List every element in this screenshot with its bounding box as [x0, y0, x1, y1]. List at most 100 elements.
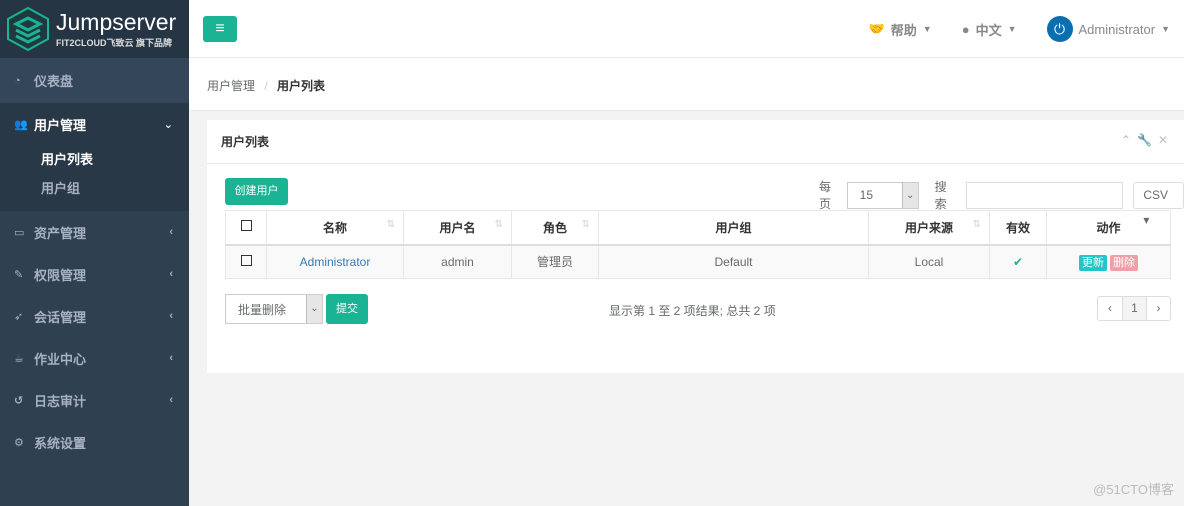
column-header-active: 有效: [989, 210, 1047, 246]
history-icon: ↺: [14, 394, 24, 407]
csv-export-button[interactable]: CSV ▾: [1133, 181, 1184, 227]
wrench-icon[interactable]: 🔧: [1137, 133, 1158, 147]
sidebar-item-user-group[interactable]: 用户组: [0, 174, 189, 203]
chevron-left-icon: ‹: [169, 268, 173, 280]
breadcrumb: 用户管理 / 用户列表: [189, 58, 1184, 111]
sidebar-item-user-list[interactable]: 用户列表: [0, 145, 189, 174]
breadcrumb-current: 用户列表: [277, 79, 326, 93]
users-icon: 👥: [14, 118, 28, 131]
user-menu[interactable]: ⏻ Administrator ▼: [1046, 16, 1170, 42]
pagination-info: 显示第 1 至 2 项结果; 总共 2 项: [609, 304, 776, 318]
chevron-left-icon: ‹: [169, 394, 173, 406]
close-icon[interactable]: ✕: [1158, 133, 1174, 147]
bulk-action-select[interactable]: 批量删除 ⌄: [225, 294, 323, 324]
column-header-name[interactable]: 名称 ⇅: [266, 210, 404, 246]
sidebar-item-dashboard[interactable]: ◔ 仪表盘: [0, 58, 189, 103]
select-all-checkbox[interactable]: [240, 220, 252, 232]
hamburger-icon: ≡: [215, 20, 225, 37]
per-page-select[interactable]: 15 ⌄: [846, 181, 919, 209]
column-header-role[interactable]: 角色 ⇅: [511, 210, 599, 246]
logo-title: Jumpserver: [56, 8, 177, 35]
sort-icon: ⇅: [494, 218, 503, 230]
sidebar-item-label: 系统设置: [34, 435, 87, 451]
check-icon: ✔: [1012, 254, 1024, 269]
handshake-icon: 🤝: [868, 21, 885, 36]
sidebar-group-users: 👥 用户管理 ⌄ 用户列表 用户组: [0, 103, 189, 211]
rocket-icon: ➶: [14, 310, 24, 323]
globe-icon: ●: [961, 21, 970, 37]
column-label: 有效: [1005, 220, 1030, 235]
column-label: 用户名: [439, 220, 476, 235]
per-page-value: 15: [859, 188, 874, 202]
language-label: 中文: [975, 22, 1002, 38]
per-page-label: 每页: [819, 180, 832, 211]
sidebar-item-jobs[interactable]: ☕ 作业中心 ‹: [0, 337, 189, 379]
language-menu[interactable]: ● 中文 ▼: [962, 20, 1017, 39]
create-user-button[interactable]: 创建用户: [225, 178, 288, 205]
user-name-link[interactable]: Administrator: [300, 255, 371, 269]
row-checkbox[interactable]: [240, 254, 252, 266]
column-label: 动作: [1096, 220, 1121, 235]
edit-icon: ✎: [14, 268, 24, 281]
submit-button[interactable]: 提交: [326, 294, 368, 324]
sidebar-item-assets[interactable]: ▭ 资产管理 ‹: [0, 211, 189, 253]
sidebar-item-settings[interactable]: ⚙ 系统设置: [0, 421, 189, 463]
topbar: ≡ 🤝 帮助 ▼ ● 中文 ▼ ⏻ Administrator ▼: [189, 0, 1184, 58]
sort-icon: ⇅: [581, 218, 590, 230]
column-header-group: 用户组: [598, 210, 869, 246]
column-label: 角色: [542, 220, 567, 235]
caret-down-icon: ▼: [1161, 24, 1170, 34]
sidebar-item-label: 用户管理: [34, 117, 87, 133]
username-cell: admin: [403, 244, 512, 279]
chevron-down-icon: ⌄: [901, 182, 918, 208]
update-button[interactable]: 更新: [1079, 254, 1107, 271]
sidebar: Jumpserver FIT2CLOUD飞致云 旗下品牌 ◔ 仪表盘 👥 用户管理 ⌄ …: [0, 0, 189, 506]
table-row: Administrator admin 管理员 Default Local ✔ …: [225, 244, 1171, 279]
search-label: 搜索: [934, 180, 947, 211]
sidebar-item-label: 作业中心: [34, 351, 87, 367]
sidebar-item-audit[interactable]: ↺ 日志审计 ‹: [0, 379, 189, 421]
collapse-icon[interactable]: ⌃: [1121, 133, 1137, 147]
chevron-left-icon: ‹: [169, 352, 173, 364]
next-page-button[interactable]: ›: [1146, 297, 1170, 320]
column-label: 名称: [322, 220, 347, 235]
help-label: 帮助: [890, 22, 917, 38]
logo[interactable]: Jumpserver FIT2CLOUD飞致云 旗下品牌: [0, 0, 189, 58]
sidebar-item-label: 资产管理: [34, 225, 87, 241]
column-header-action: 动作: [1046, 210, 1171, 246]
sidebar-item-label: 会话管理: [34, 309, 87, 325]
logo-subtitle: FIT2CLOUD飞致云 旗下品牌: [56, 37, 172, 48]
dashboard-icon: ◔: [14, 74, 21, 87]
inbox-icon: ▭: [14, 226, 25, 239]
sidebar-item-sessions[interactable]: ➶ 会话管理 ‹: [0, 295, 189, 337]
pagination: ‹ 1 ›: [1097, 296, 1171, 321]
sort-icon: ⇅: [972, 218, 981, 230]
group-cell: Default: [598, 244, 869, 279]
panel-title: 用户列表: [221, 135, 270, 149]
prev-page-button[interactable]: ‹: [1098, 297, 1122, 320]
page-1-button[interactable]: 1: [1122, 297, 1146, 320]
sidebar-item-users[interactable]: 👥 用户管理 ⌄: [0, 103, 189, 145]
sidebar-item-label: 仪表盘: [34, 74, 74, 89]
role-cell: 管理员: [511, 244, 599, 279]
source-cell: Local: [868, 244, 990, 279]
chevron-left-icon: ‹: [169, 310, 173, 322]
help-menu[interactable]: 🤝 帮助 ▼: [869, 20, 932, 39]
delete-button[interactable]: 删除: [1110, 254, 1138, 271]
bulk-action-value: 批量删除: [238, 302, 287, 317]
column-header-source[interactable]: 用户来源 ⇅: [868, 210, 990, 246]
csv-label: CSV: [1143, 187, 1168, 202]
breadcrumb-parent[interactable]: 用户管理: [207, 79, 255, 93]
chevron-down-icon: ⌄: [306, 295, 322, 323]
toggle-sidebar-button[interactable]: ≡: [203, 16, 237, 42]
column-label: 用户组: [715, 220, 752, 235]
column-label: 用户来源: [904, 220, 953, 235]
coffee-icon: ☕: [14, 352, 24, 365]
user-name: Administrator: [1078, 21, 1156, 37]
jumpserver-logo-icon: [7, 6, 49, 52]
caret-down-icon: ▼: [922, 24, 932, 34]
search-input[interactable]: [966, 181, 1124, 209]
sidebar-item-perms[interactable]: ✎ 权限管理 ‹: [0, 253, 189, 295]
chevron-left-icon: ‹: [169, 226, 173, 238]
column-header-username[interactable]: 用户名 ⇅: [403, 210, 512, 246]
